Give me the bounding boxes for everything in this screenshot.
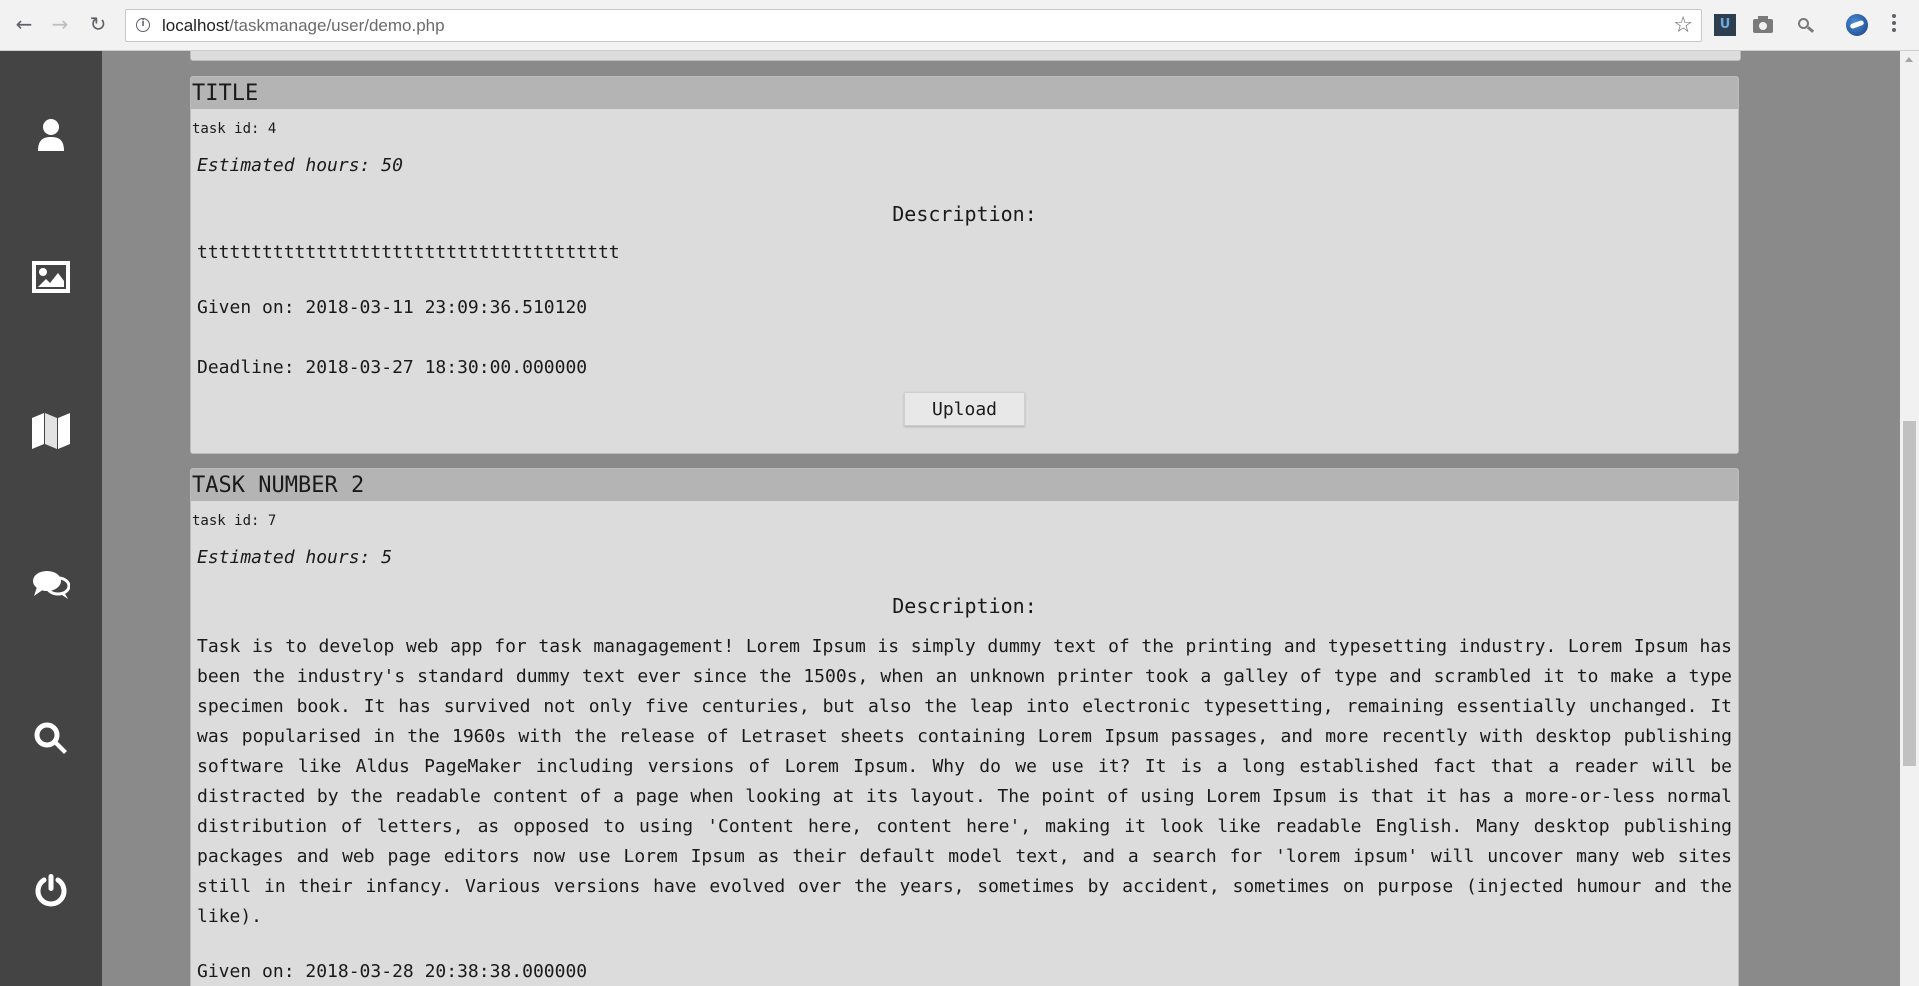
image-icon — [32, 261, 70, 293]
search-icon — [34, 722, 67, 754]
task-id: task id: 7 — [192, 513, 277, 529]
previous-task-card — [190, 51, 1741, 61]
chat-icon — [33, 571, 70, 599]
sidebar — [0, 51, 102, 986]
sidebar-item-logout[interactable] — [0, 851, 102, 931]
sidebar-item-chat[interactable] — [0, 545, 102, 625]
given-on: Given on: 2018-03-11 23:09:36.510120 — [197, 297, 588, 318]
task-id: task id: 4 — [192, 121, 277, 137]
task-list: TITLE task id: 4 Estimated hours: 50 Des… — [102, 51, 1900, 986]
globe-extension-icon[interactable] — [1846, 14, 1868, 36]
power-icon — [35, 874, 67, 907]
url-host: localhost — [162, 16, 230, 35]
description-label: Description: — [892, 202, 1037, 226]
browser-menu-icon[interactable] — [1892, 14, 1896, 35]
back-button[interactable]: ← — [12, 12, 36, 36]
address-bar[interactable]: i localhost/taskmanage/user/demo.php ☆ — [125, 9, 1702, 42]
given-on: Given on: 2018-03-28 20:38:38.000000 — [197, 961, 588, 982]
sidebar-item-profile[interactable] — [0, 95, 102, 175]
forward-button[interactable]: → — [48, 12, 72, 36]
sidebar-item-map[interactable] — [0, 391, 102, 471]
bookmark-star-icon[interactable]: ☆ — [1673, 13, 1693, 38]
search-extension-icon[interactable] — [1795, 14, 1817, 36]
user-icon — [38, 119, 64, 151]
task-card: TITLE task id: 4 Estimated hours: 50 Des… — [190, 76, 1739, 454]
estimated-hours: Estimated hours: 5 — [197, 547, 393, 568]
reload-button[interactable]: ↻ — [86, 12, 110, 36]
page-scrollbar[interactable] — [1900, 51, 1919, 986]
description-text: Task is to develop web app for task mana… — [197, 636, 1732, 927]
description-label: Description: — [892, 594, 1037, 618]
description-text: ttttttttttttttttttttttttttttttttttttttt — [197, 242, 620, 263]
scroll-thumb[interactable] — [1903, 421, 1916, 766]
udemy-extension-icon[interactable]: U — [1714, 14, 1736, 36]
task-title: TASK NUMBER 2 — [191, 469, 1738, 501]
camera-icon[interactable] — [1752, 14, 1774, 36]
estimated-hours: Estimated hours: 50 — [197, 155, 403, 176]
upload-button[interactable]: Upload — [904, 392, 1025, 426]
sidebar-item-gallery[interactable] — [0, 237, 102, 317]
scroll-up-arrow-icon[interactable] — [1900, 51, 1919, 68]
task-title: TITLE — [191, 77, 1738, 109]
sidebar-item-search[interactable] — [0, 699, 102, 779]
task-card: TASK NUMBER 2 task id: 7 Estimated hours… — [190, 468, 1739, 986]
url-path: /taskmanage/user/demo.php — [229, 16, 445, 35]
browser-toolbar: ← → ↻ i localhost/taskmanage/user/demo.p… — [0, 0, 1919, 51]
info-icon[interactable]: i — [136, 18, 150, 32]
deadline: Deadline: 2018-03-27 18:30:00.000000 — [197, 357, 588, 378]
map-icon — [32, 413, 70, 449]
url-text[interactable]: localhost/taskmanage/user/demo.php — [162, 16, 445, 36]
